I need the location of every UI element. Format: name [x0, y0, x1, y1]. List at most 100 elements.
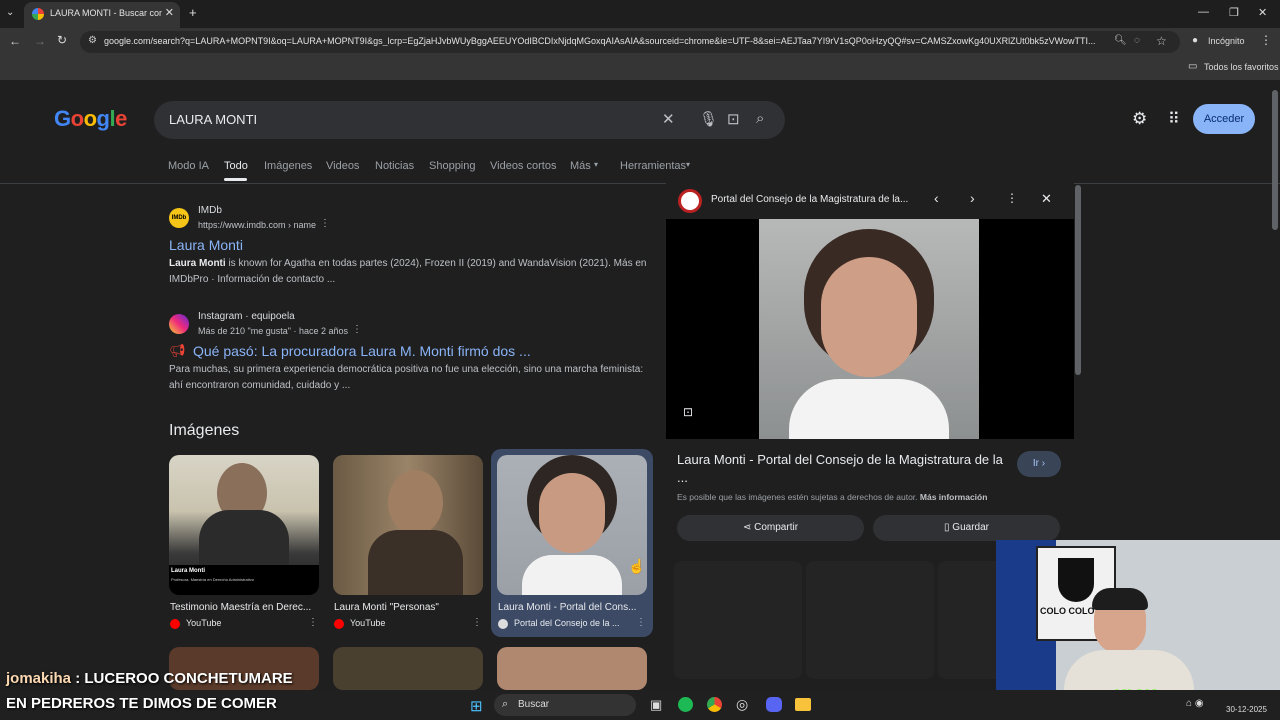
app-icon[interactable]: ◎: [736, 696, 748, 713]
result-menu-icon[interactable]: ⋮: [352, 324, 362, 335]
image-menu-icon[interactable]: ⋮: [308, 617, 318, 628]
active-tab-indicator: [224, 178, 247, 181]
system-tray-icons[interactable]: ⌂ ◉: [1186, 698, 1204, 709]
result-snippet: Laura Monti is known for Agatha en todas…: [169, 256, 649, 288]
image-source: Portal del Consejo de la ...: [514, 618, 620, 628]
tab-news[interactable]: Noticias: [375, 160, 414, 172]
more-info-link[interactable]: Más información: [920, 492, 988, 502]
go-button[interactable]: Ir ›: [1017, 451, 1061, 477]
imdb-favicon-icon: IMDb: [169, 208, 189, 228]
webcam-overlay: COLO COLO KICK: [996, 540, 1280, 700]
apps-icon[interactable]: ⠿: [1168, 109, 1180, 129]
tab-shopping[interactable]: Shopping: [429, 160, 476, 172]
all-bookmarks-label[interactable]: Todos los favoritos: [1204, 62, 1279, 72]
result-title[interactable]: Laura Monti: [169, 237, 243, 253]
address-bar[interactable]: ⚙ google.com/search?q=LAURA+MOPNT9I&oq=L…: [80, 31, 1180, 53]
tab-images[interactable]: Imágenes: [264, 160, 312, 172]
minimize-icon[interactable]: —: [1198, 6, 1209, 18]
image-menu-icon[interactable]: ⋮: [636, 617, 646, 628]
signin-button[interactable]: Acceder: [1193, 104, 1255, 134]
taskbar-date: 30-12-2025: [1226, 705, 1267, 714]
person-shirt: [789, 379, 949, 439]
panel-scrollbar[interactable]: [1075, 185, 1081, 375]
image-caption[interactable]: Laura Monti - Portal del Cons...: [498, 602, 646, 613]
save-button[interactable]: ▯ Guardar: [873, 515, 1060, 541]
panel-header[interactable]: Portal del Consejo de la Magistratura de…: [711, 194, 921, 205]
image-source: YouTube: [186, 618, 222, 628]
youtube-icon: [334, 619, 344, 629]
tab-close-icon[interactable]: ✕: [165, 6, 174, 19]
tab-tools[interactable]: Herramientas: [620, 160, 686, 172]
browser-tab[interactable]: LAURA MONTI - Buscar con Go... ✕: [24, 2, 180, 28]
reload-icon[interactable]: ↻: [57, 33, 67, 47]
spotify-icon[interactable]: [678, 697, 693, 712]
forward-icon[interactable]: →: [34, 34, 46, 48]
eye-off-icon[interactable]: ◌: [1134, 35, 1140, 46]
share-button[interactable]: ⋖ Compartir: [677, 515, 864, 541]
panel-close-icon[interactable]: ✕: [1041, 191, 1052, 207]
clear-search-icon[interactable]: ✕: [662, 110, 675, 128]
chrome-icon[interactable]: [707, 697, 722, 712]
preview-image[interactable]: [759, 219, 979, 439]
tab-search-icon[interactable]: ⌄: [6, 7, 14, 18]
close-window-icon[interactable]: ✕: [1258, 6, 1267, 19]
image-caption[interactable]: Laura Monti "Personas": [334, 602, 482, 613]
instagram-favicon-icon: [169, 314, 189, 334]
lens-search-icon[interactable]: ⊡: [683, 405, 693, 419]
prev-icon[interactable]: ‹: [934, 190, 939, 206]
related-thumb[interactable]: [806, 561, 934, 679]
task-view-icon[interactable]: ▣: [650, 697, 662, 713]
file-explorer-icon[interactable]: [795, 698, 811, 711]
browser-toolbar: ← → ↻ ⚙ google.com/search?q=LAURA+MOPNT9…: [0, 28, 1280, 56]
search-icon[interactable]: ⌕: [756, 110, 764, 127]
image-thumb[interactable]: Laura Monti Profesora. Maestría en Derec…: [169, 455, 319, 595]
tab-ai-mode[interactable]: Modo IA: [168, 160, 209, 172]
discord-icon[interactable]: [766, 697, 782, 712]
tools-caret-icon: ▾: [686, 160, 691, 169]
person-body: [199, 510, 289, 570]
result-menu-icon[interactable]: ⋮: [320, 218, 330, 229]
restore-icon[interactable]: ❐: [1229, 6, 1239, 19]
result-source: Instagram · equipoela: [198, 311, 295, 322]
lens-icon[interactable]: ⊡: [727, 110, 740, 128]
tab-all[interactable]: Todo: [224, 160, 248, 172]
image-caption[interactable]: Testimonio Maestría en Derec...: [170, 602, 318, 613]
nav-divider: [0, 183, 1280, 184]
image-thumb[interactable]: [497, 455, 647, 595]
zoom-icon[interactable]: 🔍︎: [1114, 35, 1127, 46]
image-thumb[interactable]: [333, 455, 483, 595]
image-thumb[interactable]: [497, 647, 647, 690]
google-logo[interactable]: Google: [54, 106, 127, 132]
related-thumb[interactable]: [674, 561, 802, 679]
menu-icon[interactable]: ⋮: [1260, 33, 1272, 47]
person-face: [539, 473, 605, 553]
copyright-note: Es posible que las imágenes estén sujeta…: [677, 492, 987, 502]
tab-videos[interactable]: Videos: [326, 160, 359, 172]
tab-more[interactable]: Más: [570, 160, 591, 172]
site-info-icon[interactable]: ⚙: [88, 35, 97, 46]
google-favicon-icon: [32, 8, 44, 20]
person-face: [821, 257, 917, 377]
taskbar-search[interactable]: ⌕ Buscar: [494, 694, 636, 716]
start-icon[interactable]: ⊞: [470, 697, 483, 715]
result-title[interactable]: Qué pasó: La procuradora Laura M. Monti …: [193, 343, 531, 359]
incognito-label[interactable]: Incógnito: [1208, 36, 1245, 46]
taskbar-search-label: Buscar: [518, 699, 550, 710]
tab-title: LAURA MONTI - Buscar con Go...: [50, 8, 162, 18]
image-thumb[interactable]: [333, 647, 483, 690]
thumb-overlay-name: Laura Monti: [171, 568, 205, 574]
result-snippet: Para muchas, su primera experiencia demo…: [169, 364, 644, 391]
page-scrollbar[interactable]: [1272, 90, 1278, 230]
person-figure: [388, 470, 443, 535]
tab-short-videos[interactable]: Videos cortos: [490, 160, 556, 172]
star-icon[interactable]: ☆: [1156, 34, 1167, 48]
panel-menu-icon[interactable]: ⋮: [1006, 191, 1018, 205]
next-icon[interactable]: ›: [970, 190, 975, 206]
microphone-icon[interactable]: 🎙︎: [699, 110, 718, 128]
search-input[interactable]: LAURA MONTI ✕ 🎙︎ ⊡ ⌕: [154, 101, 785, 139]
back-icon[interactable]: ←: [9, 34, 21, 48]
settings-icon[interactable]: ⚙: [1132, 109, 1147, 129]
panel-title[interactable]: Laura Monti - Portal del Consejo de la M…: [677, 451, 1007, 487]
new-tab-icon[interactable]: +: [189, 5, 197, 20]
image-menu-icon[interactable]: ⋮: [472, 617, 482, 628]
